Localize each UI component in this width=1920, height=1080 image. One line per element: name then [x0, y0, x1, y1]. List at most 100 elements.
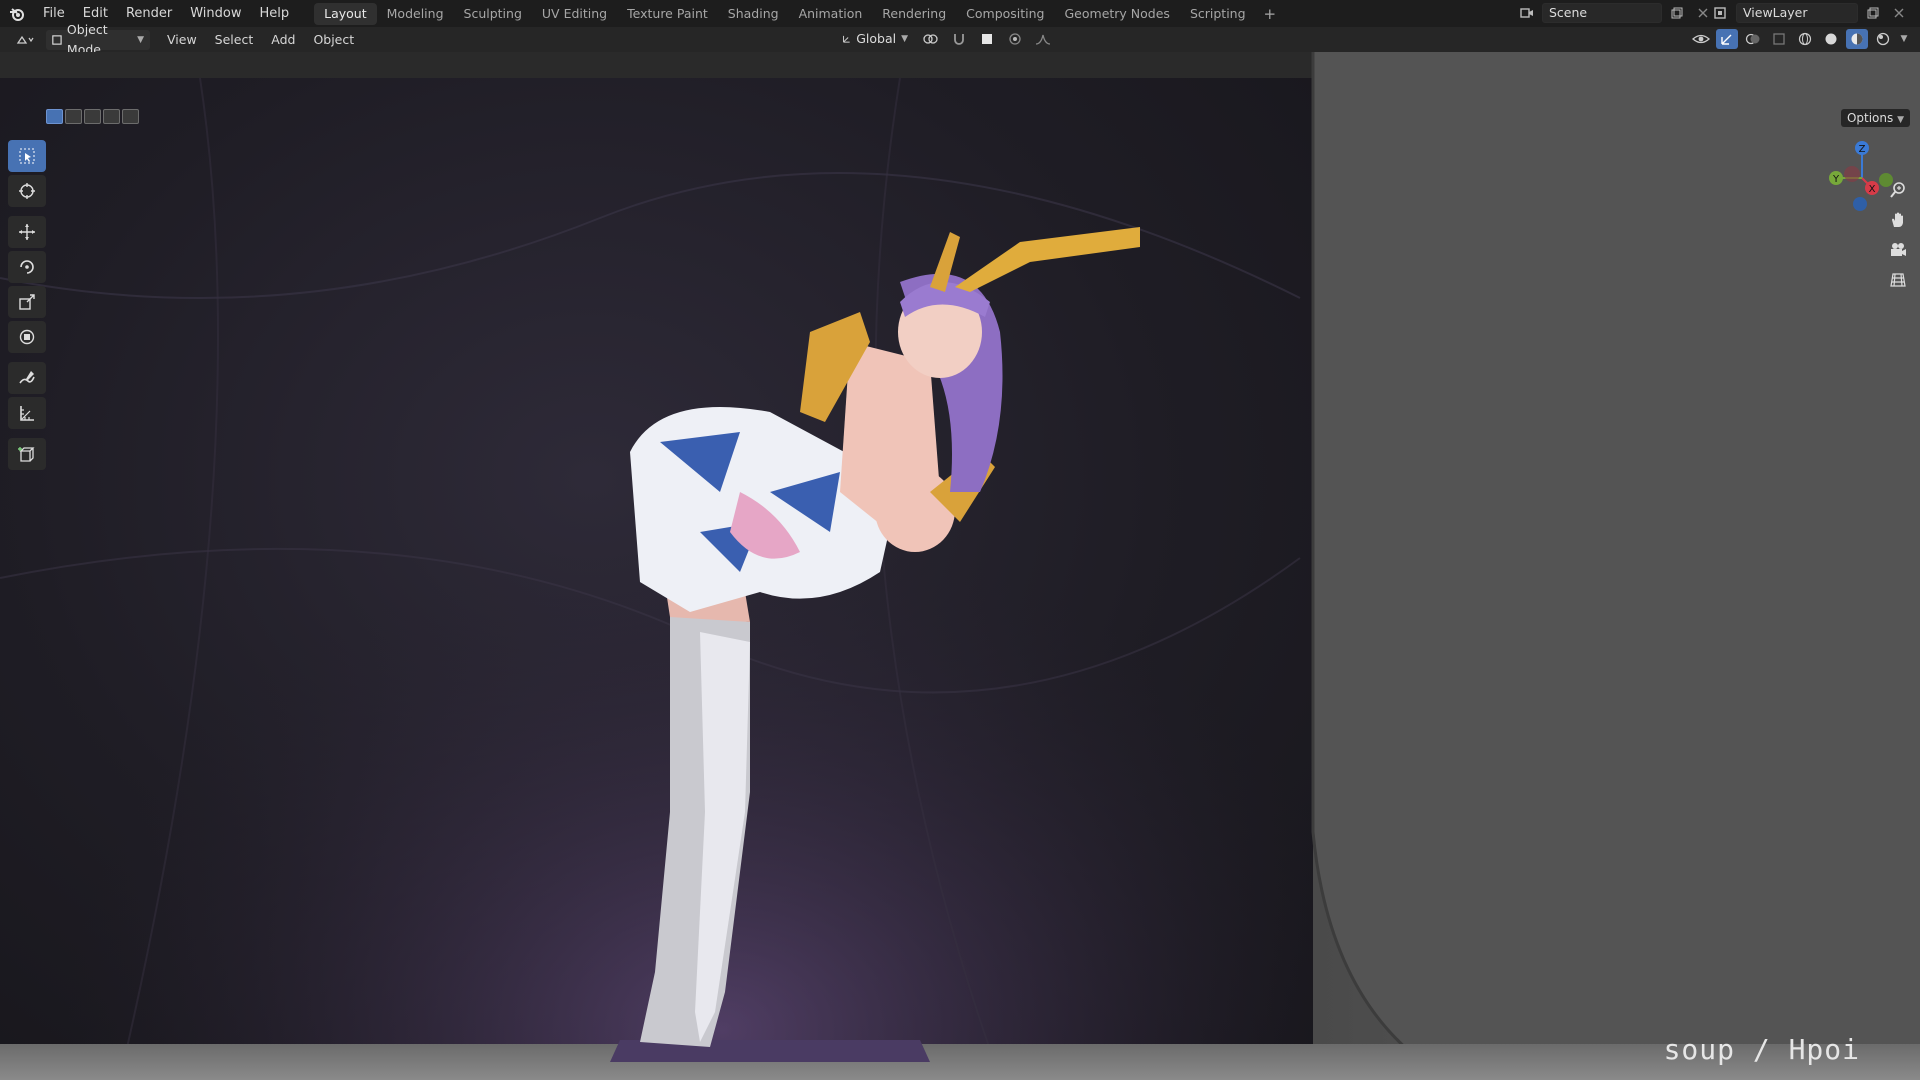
tab-layout[interactable]: Layout [314, 2, 377, 25]
camera-view-button[interactable] [1886, 238, 1910, 262]
tab-animation[interactable]: Animation [789, 3, 873, 25]
pencil-icon [19, 371, 35, 384]
svg-text:X: X [1869, 184, 1876, 195]
3d-cursor-icon [19, 183, 35, 199]
xray-icon[interactable] [1768, 29, 1790, 49]
mode-dropdown[interactable]: Object Mode ▼ [46, 22, 150, 57]
orientation-icon [843, 35, 850, 43]
select-box-tool[interactable] [8, 140, 46, 172]
proportional-edit-icon[interactable] [1004, 29, 1026, 49]
falloff-icon[interactable] [1032, 29, 1054, 49]
wireframe-shading-icon[interactable] [1794, 29, 1816, 49]
tool-settings-bar [0, 104, 1313, 130]
move-icon [19, 224, 35, 240]
3d-viewport[interactable]: Options ▼ Z X Y soup / Hpoi [0, 52, 1920, 1080]
new-scene-icon[interactable] [1666, 3, 1688, 23]
menu-object[interactable]: Object [304, 32, 363, 47]
material-shading-icon[interactable] [1846, 29, 1868, 49]
transform-tool[interactable] [8, 321, 46, 353]
rotate-tool[interactable] [8, 251, 46, 283]
tab-scripting[interactable]: Scripting [1180, 3, 1256, 25]
chevron-down-icon: ▼ [901, 34, 908, 44]
pivot-point-icon[interactable] [920, 29, 942, 49]
scene-name-field[interactable]: Scene [1542, 3, 1662, 23]
viewport-header: Object Mode ▼ View Select Add Object Glo… [0, 22, 1920, 57]
scale-icon [19, 294, 35, 310]
gizmo-y-axis[interactable]: Y [1829, 171, 1843, 185]
add-workspace-button[interactable]: + [1256, 5, 1285, 23]
select-cursor-icon [19, 148, 35, 164]
gizmo-toggle-icon[interactable] [1716, 29, 1738, 49]
rendered-shading-icon[interactable] [1872, 29, 1894, 49]
svg-text:Z: Z [1859, 144, 1866, 155]
select-mode-invert-icon[interactable] [103, 109, 120, 124]
add-cube-tool[interactable] [8, 438, 46, 470]
menu-add[interactable]: Add [262, 32, 304, 47]
gizmo-x-axis[interactable]: X [1865, 181, 1879, 195]
editor-type-icon[interactable] [10, 30, 40, 50]
tab-compositing[interactable]: Compositing [956, 3, 1054, 25]
svg-text:Y: Y [1832, 174, 1840, 185]
cursor-tool[interactable] [8, 175, 46, 207]
shading-options-icon[interactable]: ▼ [1898, 29, 1910, 49]
options-dropdown[interactable]: Options ▼ [1840, 109, 1910, 127]
transform-controls: Global ▼ [836, 29, 1054, 49]
orientation-label: Global [856, 31, 897, 46]
snap-target-icon[interactable] [976, 29, 998, 49]
pan-button[interactable] [1886, 208, 1910, 232]
menu-help[interactable]: Help [251, 0, 299, 27]
tab-geometry-nodes[interactable]: Geometry Nodes [1055, 3, 1180, 25]
select-mode-extend-icon[interactable] [65, 109, 82, 124]
top-bar: File Edit Render Window Help Layout Mode… [0, 0, 1920, 27]
left-toolbar [8, 140, 46, 473]
solid-shading-icon[interactable] [1820, 29, 1842, 49]
menu-select[interactable]: Select [206, 32, 263, 47]
watermark-text: soup / Hpoi [1663, 1033, 1860, 1066]
scale-tool[interactable] [8, 286, 46, 318]
tab-rendering[interactable]: Rendering [872, 3, 956, 25]
select-mode-intersect-icon[interactable] [122, 109, 139, 124]
tab-sculpting[interactable]: Sculpting [454, 3, 532, 25]
select-mode-new-icon[interactable] [46, 109, 63, 124]
perspective-toggle-button[interactable] [1886, 268, 1910, 292]
zoom-icon [1890, 182, 1905, 198]
overlays-icon[interactable] [1742, 29, 1764, 49]
tab-texture-paint[interactable]: Texture Paint [617, 3, 718, 25]
rotate-icon [20, 260, 34, 274]
hand-icon [1892, 212, 1903, 227]
blender-logo-icon[interactable] [0, 0, 34, 27]
annotate-tool[interactable] [8, 362, 46, 394]
camera-icon [1891, 243, 1906, 256]
ruler-icon [20, 406, 34, 421]
grid-icon [1890, 273, 1906, 287]
chevron-down-icon: ▼ [1897, 115, 1904, 125]
workspace-tabs: Layout Modeling Sculpting UV Editing Tex… [314, 2, 1285, 25]
viewport-display-controls: ▼ [1690, 29, 1910, 49]
transform-icon [19, 329, 35, 345]
scene-selector: Scene [1516, 3, 1714, 23]
tab-shading[interactable]: Shading [718, 3, 789, 25]
figure-model[interactable] [600, 192, 1160, 1072]
menu-window[interactable]: Window [181, 0, 250, 27]
menu-view[interactable]: View [158, 32, 206, 47]
transform-orientation-dropdown[interactable]: Global ▼ [836, 29, 914, 49]
add-cube-icon [18, 447, 35, 462]
new-view-layer-icon[interactable] [1862, 3, 1884, 23]
move-tool[interactable] [8, 216, 46, 248]
options-label: Options [1846, 111, 1894, 125]
scene-icon[interactable] [1516, 3, 1538, 23]
chevron-down-icon: ▼ [137, 34, 144, 45]
tab-uv-editing[interactable]: UV Editing [532, 3, 617, 25]
view-layer-selector: ViewLayer [1710, 3, 1910, 23]
object-mode-icon [52, 34, 62, 45]
select-mode-subtract-icon[interactable] [84, 109, 101, 124]
view-layer-icon[interactable] [1710, 3, 1732, 23]
view-layer-name-field[interactable]: ViewLayer [1736, 3, 1858, 23]
measure-tool[interactable] [8, 397, 46, 429]
gizmo-z-axis[interactable]: Z [1855, 141, 1869, 155]
tab-modeling[interactable]: Modeling [377, 3, 454, 25]
zoom-button[interactable] [1886, 178, 1910, 202]
close-view-layer-icon[interactable] [1888, 3, 1910, 23]
visibility-icon[interactable] [1690, 29, 1712, 49]
snap-icon[interactable] [948, 29, 970, 49]
